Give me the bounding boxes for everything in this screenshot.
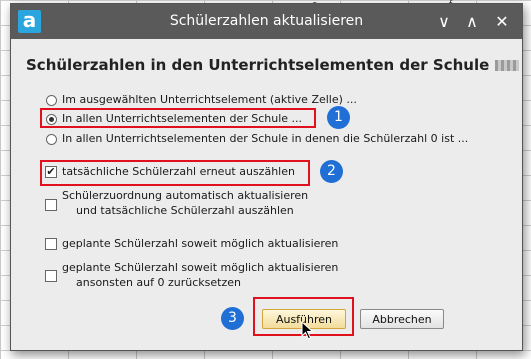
checkbox-label-update-planned-or-reset-line2[interactable]: ansonsten auf 0 zurücksetzen [76,276,241,289]
checkbox-auto-assign[interactable] [45,199,57,211]
maximize-button[interactable]: ∧ [462,12,482,32]
checkbox-label-auto-assign-line1[interactable]: Schülerzuordnung automatisch aktualisier… [62,189,308,202]
checkbox-update-planned-or-reset[interactable] [45,270,57,282]
annotation-highlight-2 [40,160,310,186]
checkbox-label-update-planned[interactable]: geplante Schülerzahl soweit möglich aktu… [62,237,338,250]
checkbox-update-planned[interactable] [45,238,57,250]
mouse-cursor-icon [301,321,314,340]
step-badge-2: 2 [320,160,343,183]
radio-label-selected-element[interactable]: Im ausgewählten Unterrichtselement (akti… [62,93,357,106]
dialog-heading: Schülerzahlen in den Unterrichtselemente… [26,56,520,74]
step-badge-1: 1 [327,106,350,129]
radio-label-all-elements-zero[interactable]: In allen Unterrichtselementen der Schule… [62,132,468,145]
cancel-button[interactable]: Abbrechen [360,309,444,329]
update-student-count-dialog: a Schülerzahlen aktualisieren ∨ ∧ ✕ Schü… [10,3,523,351]
title-bar[interactable]: a Schülerzahlen aktualisieren ∨ ∧ ✕ [11,4,522,39]
checkbox-label-update-planned-or-reset-line1[interactable]: geplante Schülerzahl soweit möglich aktu… [62,261,338,274]
annotation-highlight-1 [40,108,316,128]
minimize-button[interactable]: ∨ [434,12,454,32]
dialog-heading-text: Schülerzahlen in den Unterrichtselemente… [26,56,490,74]
step-badge-3: 3 [221,307,244,330]
radio-all-elements-zero[interactable] [46,134,57,145]
school-name-redacted [495,60,520,71]
checkbox-label-auto-assign-line2[interactable]: und tatsächliche Schülerzahl auszählen [76,204,294,217]
radio-selected-element[interactable] [46,95,57,106]
close-button[interactable]: ✕ [492,12,512,32]
